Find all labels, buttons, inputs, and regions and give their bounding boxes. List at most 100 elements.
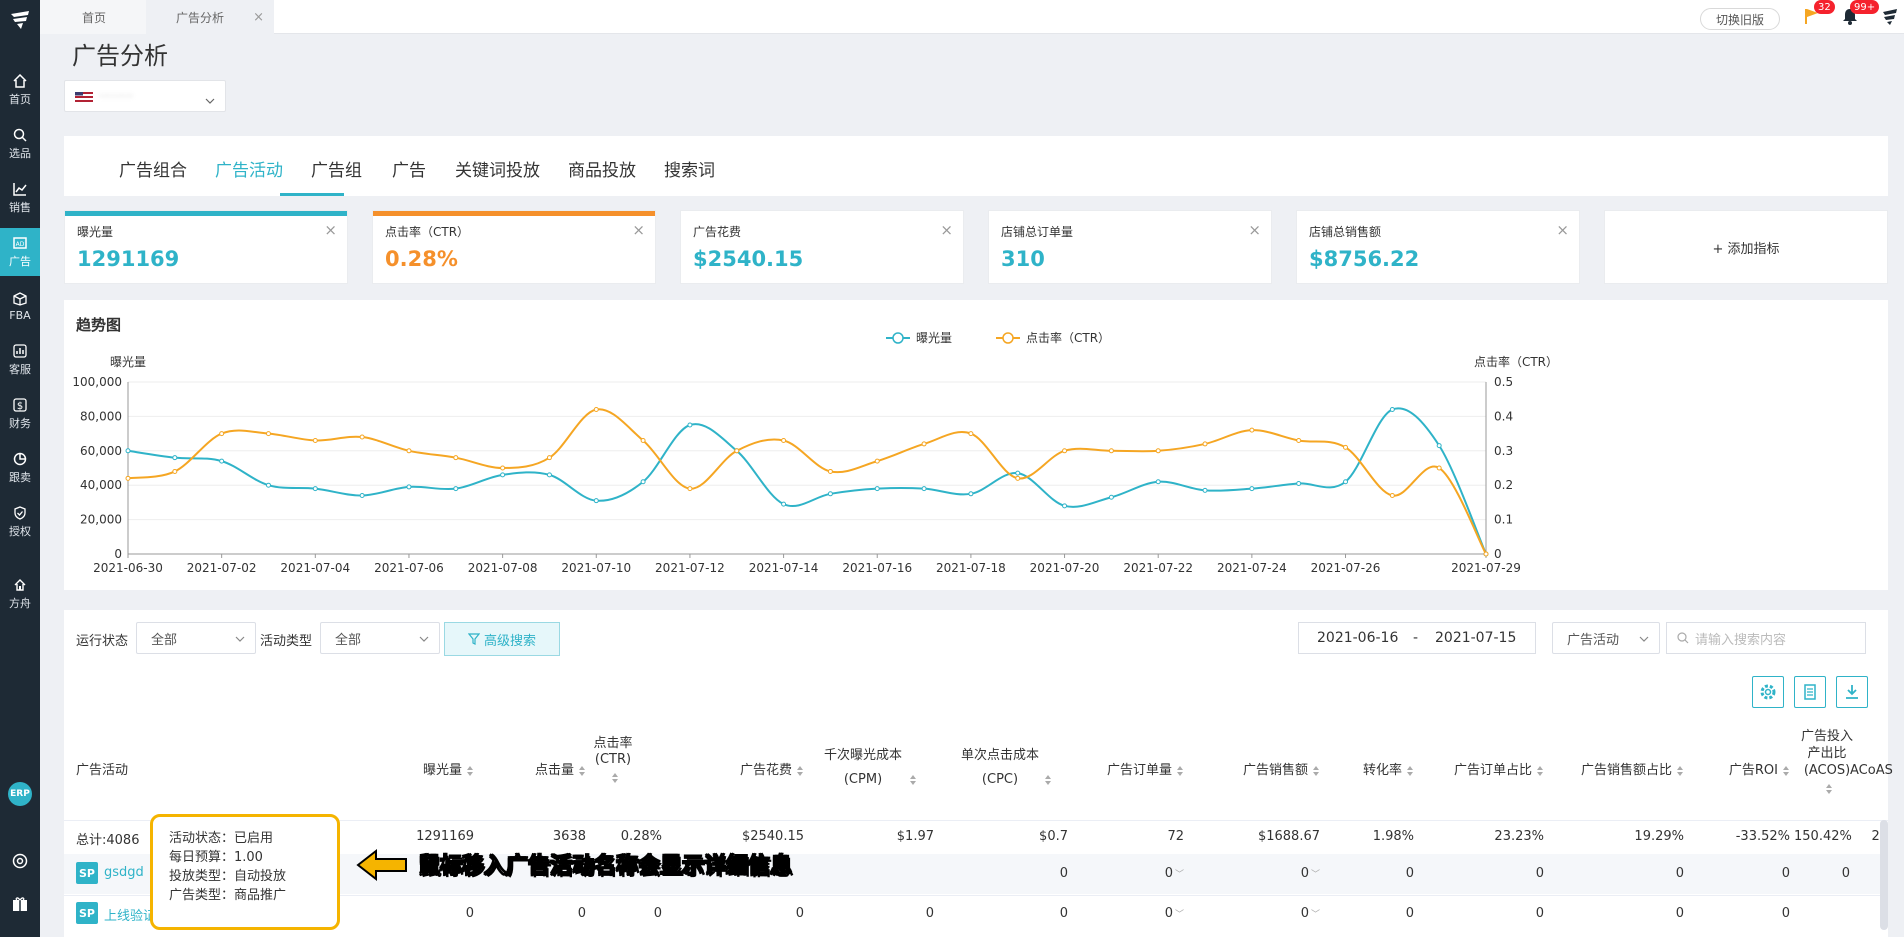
tab-search-term[interactable]: 搜索词 — [664, 156, 715, 181]
user-avatar-icon[interactable] — [1880, 6, 1900, 26]
close-icon[interactable]: × — [940, 221, 953, 239]
close-icon[interactable]: × — [632, 221, 645, 239]
date-range-picker[interactable]: 2021-06-16 - 2021-07-15 — [1298, 622, 1536, 654]
app-logo[interactable] — [8, 8, 32, 34]
tab-home[interactable]: 首页 — [40, 0, 146, 34]
metric-card-ctr[interactable]: 点击率（CTR） 0.28% × — [372, 210, 656, 284]
col-header-conversion[interactable]: 转化率 — [1320, 762, 1414, 780]
metric-card-ad-spend[interactable]: 广告花费 $2540.15 × — [680, 210, 964, 284]
table-cell[interactable]: 0 ﹀ — [1064, 906, 1184, 921]
sidebar-item-selection[interactable]: 选品 — [0, 120, 40, 168]
support-icon[interactable] — [12, 853, 28, 869]
table-cell: 0 — [1675, 906, 1684, 921]
col-header-ad-orders[interactable]: 广告订单量 — [1064, 762, 1184, 780]
close-icon[interactable]: × — [1556, 221, 1569, 239]
data-point — [827, 468, 833, 474]
col-header-ctr[interactable]: 点击率 (CTR) — [564, 736, 662, 787]
advanced-search-button[interactable]: 高级搜索 — [444, 622, 560, 656]
close-icon[interactable]: × — [1248, 221, 1261, 239]
search-input[interactable]: 请输入搜索内容 — [1666, 622, 1866, 654]
type-filter-select[interactable]: 全部 — [320, 622, 440, 654]
tab-keyword-targeting[interactable]: 关键词投放 — [455, 156, 540, 181]
tab-ad[interactable]: 广告 — [392, 156, 426, 181]
table-cell[interactable]: 0 ﹀ — [1064, 866, 1184, 881]
data-point — [546, 472, 552, 478]
x-tick-label: 2021-07-24 — [1217, 561, 1287, 575]
switch-old-version-button[interactable]: 切换旧版 — [1700, 8, 1780, 30]
tab-ad-analysis[interactable]: 广告分析 × — [146, 0, 274, 34]
data-point — [312, 486, 318, 492]
col-header-cpc[interactable]: 单次点击成本 (CPC) — [944, 744, 1068, 792]
sidebar-item-ark[interactable]: 方舟 — [0, 570, 40, 618]
y-left-tick-label: 100,000 — [72, 375, 122, 389]
sidebar-item-finance[interactable]: $ 财务 — [0, 390, 40, 438]
col-header-sales-share[interactable]: 广告销售额占比 — [1544, 762, 1684, 780]
tab-product-targeting[interactable]: 商品投放 — [568, 156, 636, 181]
col-header-ad-spend[interactable]: 广告花费 — [664, 762, 804, 780]
print-button[interactable] — [1794, 676, 1826, 708]
gift-icon[interactable] — [12, 896, 28, 912]
sidebar-item-label: 选品 — [9, 147, 31, 160]
shield-icon — [12, 505, 28, 521]
table-cell[interactable]: 0 ﹀ — [1184, 866, 1320, 881]
home-icon — [12, 73, 28, 89]
col-header-ad-sales[interactable]: 广告销售额 — [1184, 762, 1320, 780]
y-left-tick-label: 80,000 — [80, 409, 122, 423]
date-start[interactable]: 2021-06-16 — [1317, 630, 1398, 646]
data-point — [968, 491, 974, 497]
table-cell[interactable]: 0 ﹀ — [1184, 906, 1320, 921]
data-point — [312, 437, 318, 443]
table-scrollbar[interactable] — [1880, 820, 1888, 930]
metric-title: 曝光量 — [77, 225, 114, 239]
sidebar-item-follow[interactable]: 跟卖 — [0, 444, 40, 492]
sidebar-item-service[interactable]: 客服 — [0, 336, 40, 384]
sidebar-item-label: 财务 — [9, 417, 31, 430]
card-accent-bar — [373, 211, 655, 216]
col-header-roi[interactable]: 广告ROI — [1684, 762, 1790, 780]
erp-badge[interactable]: ERP — [8, 782, 32, 806]
x-tick-label: 2021-07-12 — [655, 561, 725, 575]
chart-line-icon — [12, 181, 28, 197]
total-ctr: 0.28% — [620, 829, 662, 844]
col-header-impressions[interactable]: 曝光量 — [344, 762, 474, 780]
sidebar-item-auth[interactable]: 授权 — [0, 498, 40, 546]
sidebar-item-sales[interactable]: 销售 — [0, 174, 40, 222]
y-right-tick-label: 0.4 — [1494, 409, 1513, 423]
top-bar: 首页 广告分析 × 切换旧版 32 99+ — [40, 0, 1904, 34]
download-button[interactable] — [1836, 676, 1868, 708]
col-header-order-share[interactable]: 广告订单占比 — [1414, 762, 1544, 780]
close-icon[interactable]: × — [253, 10, 264, 25]
tab-campaign[interactable]: 广告活动 — [215, 156, 283, 181]
status-filter-select[interactable]: 全部 — [136, 622, 256, 654]
data-point — [453, 486, 459, 492]
tab-ad-group[interactable]: 广告组 — [311, 156, 362, 181]
campaign-name-link[interactable]: 上线验证 — [104, 905, 156, 924]
y-left-axis-label: 曝光量 — [110, 355, 146, 369]
sidebar-item-fba[interactable]: FBA — [0, 282, 40, 330]
close-icon[interactable]: × — [324, 221, 337, 239]
col-header-acoas[interactable]: ACoAS — [1850, 762, 1893, 780]
tab-portfolio[interactable]: 广告组合 — [119, 156, 187, 181]
x-tick-label: 2021-07-16 — [842, 561, 912, 575]
sidebar-item-home[interactable]: 首页 — [0, 66, 40, 114]
metric-card-impressions[interactable]: 曝光量 1291169 × — [64, 210, 348, 284]
y-right-tick-label: 0.3 — [1494, 444, 1513, 458]
campaign-name-link[interactable]: gsdgd — [104, 865, 144, 880]
sidebar-item-ads[interactable]: AD 广告 — [0, 228, 40, 276]
data-point — [500, 465, 506, 471]
x-tick-label: 2021-07-02 — [187, 561, 257, 575]
settings-button[interactable] — [1752, 676, 1784, 708]
metric-card-total-orders[interactable]: 店铺总订单量 310 × — [988, 210, 1272, 284]
col-header-cpm[interactable]: 千次曝光成本 (CPM) — [804, 744, 934, 792]
date-end[interactable]: 2021-07-15 — [1435, 630, 1516, 646]
store-select[interactable]: ········· — [64, 80, 226, 112]
left-sidebar: 首页 选品 销售 AD 广告 FBA 客服 $ 财务 跟卖 授权 方舟 ERP — [0, 0, 40, 937]
total-impressions: 1291169 — [416, 829, 474, 844]
series-line-ctr — [127, 408, 1487, 555]
x-tick-label: 2021-07-26 — [1311, 561, 1381, 575]
data-point — [1155, 448, 1161, 454]
add-metric-button[interactable]: + 添加指标 — [1604, 210, 1888, 284]
metric-card-total-sales[interactable]: 店铺总销售额 $8756.22 × — [1296, 210, 1580, 284]
search-scope-select[interactable]: 广告活动 — [1552, 622, 1660, 654]
ad-icon: AD — [12, 235, 28, 251]
